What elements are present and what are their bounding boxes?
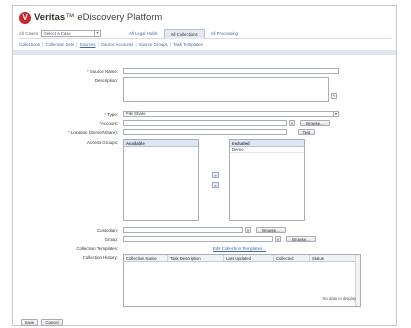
location-label: Location (Server\share): [70, 130, 118, 135]
subnav-sources[interactable]: Sources [80, 42, 96, 47]
tab-all-processing[interactable]: All Processing [205, 29, 244, 39]
type-label: Type: [107, 112, 118, 117]
type-select[interactable]: File Share ▼ [123, 111, 339, 117]
case-select[interactable]: Select a Case ▼ [41, 30, 102, 37]
all-cases-label: All Cases [19, 31, 39, 36]
column-collection-name[interactable]: Collection Name [124, 255, 168, 261]
collection-templates-label: Collection Templates: [76, 246, 118, 251]
test-button[interactable]: Test [298, 129, 315, 135]
column-task-description[interactable]: Task Description [168, 255, 224, 261]
column-collected[interactable]: Collected [274, 255, 310, 261]
column-status[interactable]: Status [310, 255, 356, 261]
move-left-button[interactable]: « [212, 182, 219, 188]
access-groups-label: Access Groups: [87, 140, 118, 145]
brand-name: Veritas [34, 12, 66, 23]
save-button[interactable]: Save [21, 319, 38, 326]
account-browse-button[interactable]: Browse... [300, 120, 330, 126]
top-navigation: All Cases Select a Case ▼ All Legal Hold… [19, 28, 391, 39]
source-name-input[interactable] [123, 68, 339, 74]
brand-logo: V Veritas™ eDiscovery Platform [19, 11, 162, 24]
spellcheck-icon[interactable]: ✎ [331, 93, 337, 99]
clear-icon[interactable]: ✕ [245, 227, 251, 233]
collection-history-grid[interactable]: Collection Name Task Description Last Up… [123, 254, 361, 307]
account-label: Account: [100, 121, 118, 126]
grid-header: Collection Name Task Description Last Up… [124, 255, 360, 262]
subnav-source-accounts[interactable]: Source Accounts [101, 42, 133, 47]
clear-icon[interactable]: ✕ [275, 236, 281, 242]
group-label: Group: [104, 237, 118, 242]
account-input[interactable] [123, 120, 287, 126]
collection-history-label: Collection History: [82, 255, 118, 260]
brand-trademark: ™ [65, 12, 75, 23]
subnav-collection-sets[interactable]: Collection Sets [46, 42, 75, 47]
subnav-source-groups[interactable]: Source Groups [139, 42, 168, 47]
veritas-logo-icon: V [19, 11, 31, 24]
group-input[interactable] [123, 236, 273, 242]
app-window: V Veritas™ eDiscovery Platform All Cases… [12, 5, 397, 326]
cancel-button[interactable]: Cancel [41, 319, 63, 326]
available-header: Available [124, 140, 198, 147]
move-right-button[interactable]: » [212, 172, 219, 178]
included-groups-list[interactable]: Included Demo [229, 139, 305, 221]
column-last-updated[interactable]: Last Updated [224, 255, 274, 261]
custodian-label: Custodian: [97, 228, 118, 233]
product-name: eDiscovery Platform [77, 12, 163, 23]
tab-all-legal-holds[interactable]: All Legal Holds [123, 29, 164, 39]
group-browse-button[interactable]: Browse... [286, 236, 316, 242]
section-header-bar [13, 50, 396, 55]
source-name-label: Source Name: [89, 69, 118, 74]
description-label: Description: [94, 78, 118, 83]
no-data-text: No data to display [322, 296, 356, 301]
custodian-input[interactable] [123, 227, 243, 233]
edit-templates-link[interactable]: Edit Collection Templates... [213, 246, 266, 251]
available-groups-list[interactable]: Available [123, 139, 199, 221]
chevron-down-icon: ▼ [94, 31, 100, 36]
sub-navigation: Collections | Collection Sets | Sources … [19, 42, 203, 47]
description-textarea[interactable] [123, 77, 329, 102]
clear-icon[interactable]: ✕ [289, 120, 295, 126]
subnav-collections[interactable]: Collections [19, 42, 40, 47]
chevron-down-icon: ▼ [333, 112, 338, 116]
tab-all-collections[interactable]: All Collections [163, 28, 205, 39]
included-header: Included [230, 140, 304, 147]
location-input[interactable] [123, 129, 287, 135]
list-item[interactable]: Demo [230, 147, 304, 153]
custodian-browse-button[interactable]: Browse... [256, 227, 286, 233]
subnav-task-templates[interactable]: Task Templates [173, 42, 203, 47]
